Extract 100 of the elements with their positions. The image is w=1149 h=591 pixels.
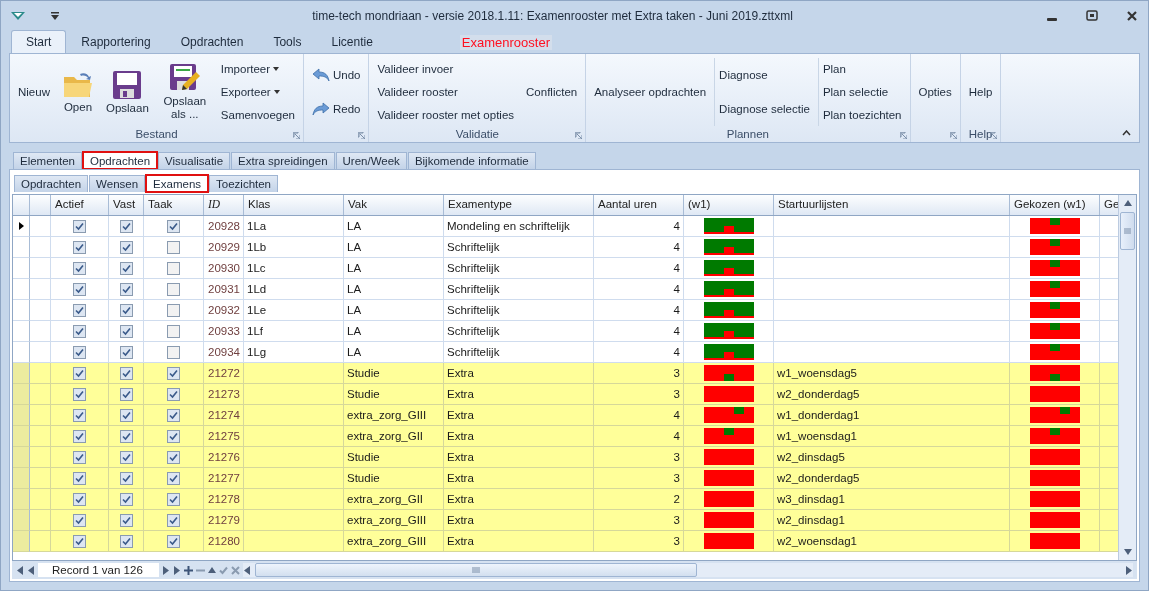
checkbox[interactable] [73, 261, 86, 275]
horizontal-scrollbar-thumb[interactable] [254, 563, 697, 577]
ribbon-button[interactable]: Opslaan [105, 69, 149, 115]
checkbox[interactable] [119, 345, 133, 359]
checkbox[interactable] [167, 219, 180, 233]
checkbox[interactable] [119, 240, 133, 254]
checkbox[interactable] [73, 345, 86, 359]
row-header[interactable] [13, 216, 30, 237]
checkbox[interactable] [119, 471, 133, 485]
checkbox[interactable] [119, 219, 133, 233]
ribbon-button[interactable]: Opslaan als ... [160, 63, 209, 121]
checkbox[interactable] [73, 387, 86, 401]
document-tab[interactable]: Opdrachten [83, 152, 158, 169]
table-row[interactable]: 20933 1Lf LA Schriftelijk 4 [13, 321, 1118, 342]
column-header[interactable]: Actief [51, 195, 109, 215]
table-row[interactable]: 21276 Studie Extra 3 w2_dinsdag5 [13, 447, 1118, 468]
checkbox[interactable] [167, 240, 180, 254]
dialog-launcher-icon[interactable] [575, 132, 583, 139]
table-row[interactable]: 21278 extra_zorg_GII Extra 2 w3_dinsdag1 [13, 489, 1118, 510]
ribbon-tab[interactable]: Licentie [316, 30, 388, 53]
scroll-up-icon[interactable] [1123, 199, 1132, 208]
checkbox[interactable] [73, 492, 86, 506]
document-tab[interactable]: Extra spreidingen [231, 152, 335, 169]
ribbon-button[interactable]: Plan selectie [822, 86, 889, 98]
ribbon-tab[interactable]: Tools [258, 30, 317, 53]
last-record-icon[interactable] [172, 565, 181, 575]
table-row[interactable]: 21274 extra_zorg_GIII Extra 4 w1_donderdag1 [13, 405, 1118, 426]
checkbox[interactable] [119, 408, 133, 422]
checkbox[interactable] [73, 450, 86, 464]
ribbon-button[interactable]: Samenvoegen [220, 108, 295, 121]
checkbox[interactable] [167, 471, 180, 485]
quick-access-menu-icon[interactable] [51, 12, 59, 20]
checkbox[interactable] [167, 366, 180, 380]
ribbon-tab[interactable]: Start [11, 30, 67, 53]
ribbon-button[interactable]: Redo [312, 102, 361, 116]
column-header[interactable]: Examentype [444, 195, 594, 215]
checkbox[interactable] [119, 261, 133, 275]
collapse-ribbon-icon[interactable] [1122, 130, 1131, 136]
scroll-down-icon[interactable] [1123, 547, 1132, 556]
checkbox[interactable] [119, 366, 133, 380]
document-tab[interactable]: Elementen [13, 152, 82, 169]
table-row[interactable]: 20930 1Lc LA Schriftelijk 4 [13, 258, 1118, 279]
checkbox[interactable] [73, 471, 86, 485]
table-row[interactable]: 21279 extra_zorg_GIII Extra 3 w2_dinsdag1 [13, 510, 1118, 531]
checkbox[interactable] [167, 387, 180, 401]
checkbox[interactable] [73, 534, 86, 548]
checkbox[interactable] [73, 366, 86, 380]
ribbon-button[interactable]: Help [968, 86, 993, 98]
checkbox[interactable] [73, 219, 86, 233]
checkbox[interactable] [119, 387, 133, 401]
checkbox[interactable] [119, 450, 133, 464]
checkbox[interactable] [73, 513, 86, 527]
ribbon-button[interactable]: Plan [822, 63, 846, 76]
document-tab[interactable]: Visualisatie [158, 152, 231, 169]
checkbox[interactable] [119, 303, 133, 317]
table-row[interactable]: 20934 1Lg LA Schriftelijk 4 [13, 342, 1118, 363]
checkbox[interactable] [73, 429, 86, 443]
checkbox[interactable] [119, 534, 133, 548]
ribbon-button[interactable]: Valideer invoer [377, 63, 454, 76]
ribbon-button[interactable]: Conflicten [526, 86, 578, 98]
table-row[interactable]: 21273 Studie Extra 3 w2_donderdag5 [13, 384, 1118, 405]
table-row[interactable]: 21277 Studie Extra 3 w2_donderdag5 [13, 468, 1118, 489]
table-row[interactable]: 20928 1La LA Mondeling en schriftelijk 4 [13, 216, 1118, 237]
maximize-icon[interactable] [1086, 10, 1098, 22]
table-row[interactable]: 21275 extra_zorg_GII Extra 4 w1_woensdag1 [13, 426, 1118, 447]
column-header[interactable]: Taak [144, 195, 204, 215]
dialog-launcher-icon[interactable] [899, 132, 907, 139]
ribbon-button[interactable]: Undo [312, 68, 361, 82]
document-tab[interactable]: Uren/Week [335, 152, 407, 169]
checkbox[interactable] [73, 303, 86, 317]
checkbox[interactable] [119, 492, 133, 506]
checkbox[interactable] [73, 324, 86, 338]
checkbox[interactable] [167, 303, 180, 317]
dialog-launcher-icon[interactable] [949, 132, 957, 139]
ribbon-button[interactable]: Valideer rooster [377, 86, 458, 98]
ribbon-dropdown[interactable]: Exporteer [220, 86, 280, 98]
scroll-left-icon[interactable] [242, 565, 251, 575]
table-row[interactable]: 20932 1Le LA Schriftelijk 4 [13, 300, 1118, 321]
dialog-launcher-icon[interactable] [358, 132, 366, 139]
add-icon[interactable] [183, 565, 193, 575]
ribbon-tab[interactable]: Rapportering [66, 30, 166, 53]
checkbox[interactable] [119, 513, 133, 527]
ribbon-button[interactable]: Open [61, 70, 94, 114]
ribbon-dropdown[interactable]: Importeer [220, 63, 280, 76]
checkbox[interactable] [167, 492, 180, 506]
column-header[interactable]: Gekozen (w1) [1010, 195, 1100, 215]
checkbox[interactable] [73, 282, 86, 296]
sub-tab[interactable]: Wensen [89, 175, 146, 192]
sub-tab[interactable]: Toezichten [209, 175, 278, 192]
ribbon-button[interactable]: Diagnose [719, 69, 768, 81]
sub-tab[interactable]: Examens [146, 175, 209, 192]
column-header[interactable]: Startuurlijsten [774, 195, 1010, 215]
ribbon-button[interactable]: Valideer rooster met opties [377, 108, 515, 121]
column-header[interactable]: Klas [244, 195, 344, 215]
checkbox[interactable] [73, 408, 86, 422]
ribbon-button[interactable]: Plan toezichten [822, 108, 902, 121]
dialog-launcher-icon[interactable] [990, 132, 998, 139]
move-up-icon[interactable] [207, 565, 216, 575]
checkbox[interactable] [119, 324, 133, 338]
column-header[interactable]: (w1) [684, 195, 774, 215]
